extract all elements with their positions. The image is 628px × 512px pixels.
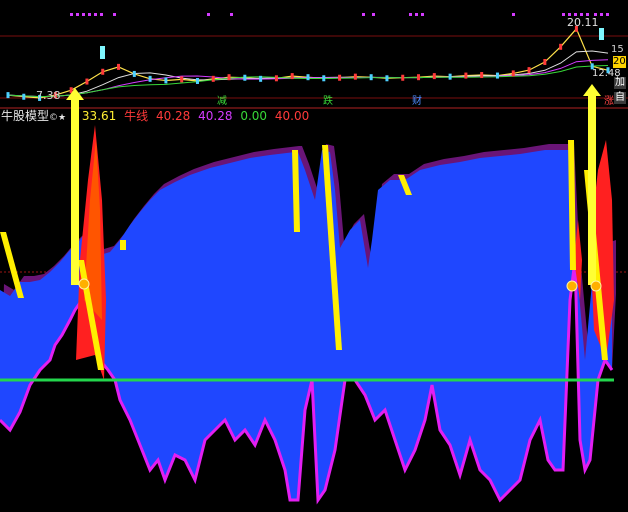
marker-dot	[88, 13, 91, 16]
indicator-series-label: 牛线	[124, 109, 149, 123]
price-candle	[85, 78, 89, 85]
indicator-title-row: 牛股模型©★ 33.61 牛线 40.28 40.28 0.00 40.00	[1, 110, 309, 124]
event-marker-rise[interactable]: 涨	[604, 96, 614, 108]
ma-line-white	[7, 50, 609, 98]
side-button-add[interactable]: 加	[614, 77, 626, 89]
price-candle	[527, 67, 531, 74]
marker-dot	[372, 13, 375, 16]
chart-svg	[0, 13, 628, 505]
arrow-left-shaft	[71, 98, 79, 285]
price-candle	[6, 92, 10, 99]
marker-dot	[512, 13, 515, 16]
arrow-right-head	[583, 84, 601, 96]
price-candle	[338, 74, 342, 81]
price-lines	[6, 25, 610, 101]
price-candle	[448, 73, 452, 80]
price-panel	[0, 13, 628, 109]
indicator-name: 牛股模型	[1, 109, 50, 123]
price-candle	[480, 72, 484, 79]
price-candle	[322, 75, 326, 82]
marker-dot	[82, 13, 85, 16]
price-candle	[211, 75, 215, 82]
price-candle	[369, 74, 373, 81]
price-candle	[543, 59, 547, 65]
marker-dot	[76, 13, 79, 16]
ma-line-green	[7, 65, 609, 98]
price-candle	[495, 72, 499, 79]
arrow-right-shaft	[588, 94, 596, 285]
price-candle	[132, 70, 136, 77]
indicator-value-3: 40.28	[198, 109, 233, 123]
event-marker-fall[interactable]: 跌	[323, 96, 333, 108]
marker-dots	[70, 13, 609, 16]
indicator-value-2: 40.28	[155, 109, 191, 123]
price-line	[7, 27, 609, 99]
price-candle	[511, 70, 515, 77]
right-value-label: 20	[613, 56, 626, 68]
price-candle	[101, 68, 105, 75]
price-candle	[464, 72, 468, 79]
high-price-label: 20.11	[567, 16, 599, 29]
indicator-panel	[0, 84, 628, 505]
marker-dot	[100, 13, 103, 16]
mid-right-label: 15	[611, 44, 624, 55]
coin-marker	[566, 280, 578, 292]
coin-marker	[590, 280, 602, 292]
price-candle	[432, 73, 436, 80]
price-candle	[180, 76, 184, 83]
price-candle	[417, 74, 421, 81]
indicator-value-5: 40.00	[274, 109, 310, 123]
marker-dot	[70, 13, 73, 16]
price-candle	[385, 75, 389, 82]
marker-dot	[415, 13, 418, 16]
price-candle	[353, 73, 357, 80]
marker-dot	[94, 13, 97, 16]
price-candle	[227, 74, 231, 81]
price-candle	[259, 75, 263, 82]
event-marker-reduce[interactable]: 减	[217, 96, 227, 108]
price-candle	[290, 73, 294, 80]
price-candle	[195, 78, 199, 84]
price-candle	[274, 75, 278, 82]
marker-dot	[113, 13, 116, 16]
price-candle	[117, 63, 121, 70]
cyan-volume-mark	[599, 28, 604, 40]
chart-stage: 20.11 7.38 20 15 12.48 加 自 减 跌 财 涨 牛股模型©…	[0, 0, 628, 508]
marker-dot	[562, 13, 565, 16]
marker-dot	[230, 13, 233, 16]
low-price-label: 7.38	[36, 89, 61, 102]
marker-dot	[421, 13, 424, 16]
price-candle	[243, 74, 247, 81]
price-candle	[164, 77, 168, 84]
marker-dot	[409, 13, 412, 16]
event-marker-finance[interactable]: 财	[412, 96, 422, 108]
marker-dot	[207, 13, 210, 16]
indicator-value-4: 0.00	[240, 109, 268, 123]
price-candle	[559, 43, 563, 50]
price-candle	[401, 74, 405, 81]
price-candle	[306, 74, 310, 81]
yellow-band	[120, 240, 126, 250]
price-candle	[148, 75, 152, 82]
marker-dot	[606, 13, 609, 16]
indicator-value-1: 33.61	[81, 109, 117, 123]
yellow-band	[0, 232, 24, 298]
price-candle	[22, 93, 26, 100]
coin-marker	[78, 278, 90, 290]
side-button-self[interactable]: 自	[614, 92, 626, 104]
cyan-volume-mark	[100, 46, 105, 59]
indicator-name-suffix: ©★	[49, 113, 67, 123]
marker-dot	[600, 13, 603, 16]
marker-dot	[362, 13, 365, 16]
